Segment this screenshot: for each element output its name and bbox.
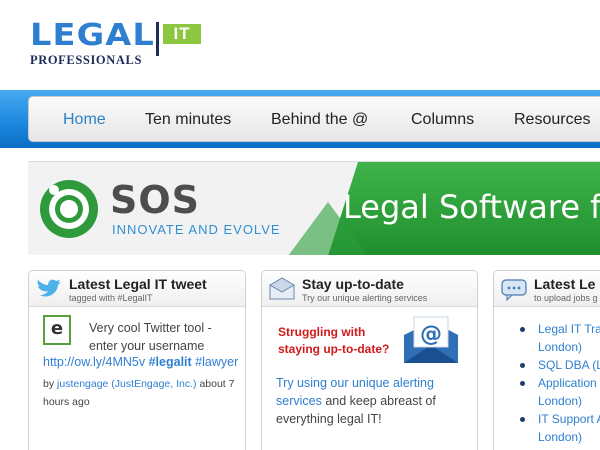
job-title: Application <box>538 376 597 390</box>
sos-ring-icon <box>40 180 98 238</box>
twitter-bird-icon <box>37 279 61 297</box>
banner-brand: SOS <box>110 178 201 222</box>
site-logo[interactable]: LEGAL IT PROFESSIONALS <box>30 18 210 67</box>
job-location[interactable]: London) <box>516 428 600 446</box>
envelope-icon <box>269 277 295 300</box>
jobs-list: Legal IT Tra London) SQL DBA (L Applicat… <box>516 320 600 446</box>
job-location[interactable]: London) <box>516 338 600 356</box>
job-item[interactable]: Legal IT Tra <box>516 320 600 338</box>
jobs-panel-title: Latest Le <box>534 276 596 292</box>
main-nav: Home Ten minutes Behind the @ Columns Re… <box>28 96 600 142</box>
tweet-panel-subtitle: tagged with #LegalIT <box>69 293 153 303</box>
alerts-panel-title: Stay up-to-date <box>302 276 404 292</box>
sos-banner[interactable]: SOS INNOVATE AND EVOLVE Legal Software f… <box>28 161 600 255</box>
logo-divider <box>156 22 159 56</box>
alerts-promo-text: Struggling with staying up-to-date? <box>278 325 390 356</box>
tweet-meta: by justengage (JustEngage, Inc.) about 7… <box>43 375 243 411</box>
banner-tagline: INNOVATE AND EVOLVE <box>112 222 281 237</box>
job-location[interactable]: London) <box>516 392 600 410</box>
tweet-hashtag-legalit[interactable]: #legalit <box>149 355 192 369</box>
speech-bubble-icon <box>501 279 527 301</box>
svg-text:@: @ <box>420 322 442 347</box>
job-item[interactable]: SQL DBA (L <box>516 356 600 374</box>
alerts-body: Try using our unique alerting services a… <box>276 374 472 428</box>
email-at-icon: @ <box>404 316 458 363</box>
tweet-about-label: about <box>199 378 226 390</box>
logo-word-legal: LEGAL <box>30 18 155 53</box>
job-item[interactable]: Application <box>516 374 600 392</box>
nav-item-columns[interactable]: Columns <box>411 111 474 129</box>
banner-headline: Legal Software fo <box>343 188 600 226</box>
logo-word-it: IT <box>163 24 201 44</box>
tweet-short-link[interactable]: http://ow.ly/4MN5v <box>43 355 145 369</box>
tweet-panel: Latest Legal IT tweet tagged with #Legal… <box>28 270 246 450</box>
tweet-panel-title: Latest Legal IT tweet <box>69 276 207 292</box>
nav-item-behind-the-at[interactable]: Behind the @ <box>271 111 368 129</box>
tweet-panel-header: Latest Legal IT tweet tagged with #Legal… <box>29 271 245 307</box>
nav-item-ten-minutes[interactable]: Ten minutes <box>145 111 231 129</box>
alerts-panel-subtitle: Try our unique alerting services <box>302 293 428 303</box>
job-title: SQL DBA (L <box>538 358 600 372</box>
jobs-panel-subtitle: to upload jobs g <box>534 293 598 303</box>
alerts-panel: Stay up-to-date Try our unique alerting … <box>261 270 478 450</box>
nav-item-resources[interactable]: Resources <box>514 111 590 129</box>
jobs-panel-header: Latest Le to upload jobs g <box>494 271 600 307</box>
job-title: IT Support A <box>538 412 600 426</box>
tweet-text: Very cool Twitter tool - enter your user… <box>89 321 212 353</box>
logo-word-professionals: PROFESSIONALS <box>30 53 142 67</box>
tweet-by-label: by <box>43 378 55 390</box>
job-item[interactable]: IT Support A <box>516 410 600 428</box>
jobs-panel: Latest Le to upload jobs g Legal IT Tra … <box>493 270 600 450</box>
tweet-hashtag-lawyer[interactable]: #lawyer <box>195 355 238 369</box>
alerts-panel-header: Stay up-to-date Try our unique alerting … <box>262 271 477 307</box>
tweet-avatar[interactable]: e <box>43 315 71 345</box>
job-title: Legal IT Tra <box>538 322 600 336</box>
nav-item-home[interactable]: Home <box>63 111 106 129</box>
tweet-links: http://ow.ly/4MN5v #legalit #lawyer <box>43 355 238 369</box>
tweet-user-link[interactable]: justengage (JustEngage, Inc.) <box>57 378 197 390</box>
